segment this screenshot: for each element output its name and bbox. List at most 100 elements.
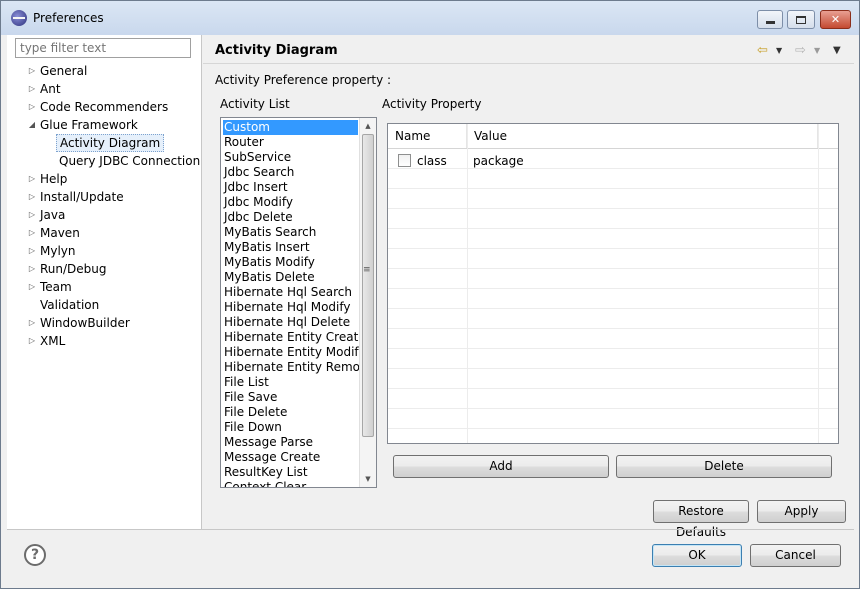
arrow-right-icon[interactable]: ⇨ (795, 43, 806, 59)
tree-item-label: Glue Framework (40, 118, 138, 132)
list-item[interactable]: File Delete (221, 405, 376, 420)
list-item[interactable]: Message Create (221, 450, 376, 465)
tree-item-label: Help (40, 172, 68, 186)
row-gridline (388, 428, 838, 429)
collapsed-arrow-icon[interactable]: ▷ (27, 188, 37, 206)
list-item[interactable]: Jdbc Search (221, 165, 376, 180)
row-gridline (388, 228, 838, 229)
tree-item-label: Mylyn (40, 244, 76, 258)
ok-button[interactable]: OK (652, 544, 742, 567)
tree-item-label: Validation (40, 298, 100, 312)
minimize-button[interactable] (757, 10, 783, 29)
list-item[interactable]: Jdbc Modify (221, 195, 376, 210)
row-gridline (388, 168, 838, 169)
maximize-button[interactable] (787, 10, 815, 29)
list-item[interactable]: Hibernate Hql Search (221, 285, 376, 300)
collapsed-arrow-icon[interactable]: ▷ (27, 260, 37, 278)
dialog-body: ▷General▷Ant▷Code Recommenders◢Glue Fram… (7, 35, 854, 583)
collapsed-arrow-icon[interactable]: ▷ (27, 332, 37, 350)
expanded-arrow-icon[interactable]: ◢ (27, 116, 37, 134)
tree-item-label: WindowBuilder (40, 316, 130, 330)
list-item[interactable]: File Save (221, 390, 376, 405)
list-item[interactable]: Hibernate Hql Delete (221, 315, 376, 330)
cell-value[interactable]: package (473, 153, 524, 169)
list-item[interactable]: Jdbc Insert (221, 180, 376, 195)
row-gridline (388, 328, 838, 329)
preference-page: Activity Diagram ⇦ ▼ ⇨ ▼ ▼ Activity Pref… (203, 35, 854, 539)
filter-input[interactable] (15, 38, 191, 58)
bottom-separator (7, 529, 854, 530)
tree-item-label: Run/Debug (40, 262, 107, 276)
row-gridline (388, 368, 838, 369)
collapsed-arrow-icon[interactable]: ▷ (27, 170, 37, 188)
tree-item-label: Activity Diagram (56, 134, 165, 152)
list-item[interactable]: MyBatis Modify (221, 255, 376, 270)
list-item[interactable]: Hibernate Entity Remove (221, 360, 376, 375)
list-item[interactable]: File Down (221, 420, 376, 435)
back-menu-chevron-down-icon[interactable]: ▼ (776, 43, 782, 59)
arrow-left-icon[interactable]: ⇦ (757, 43, 768, 59)
collapsed-arrow-icon[interactable]: ▷ (27, 62, 37, 80)
row-gridline (388, 288, 838, 289)
row-checkbox[interactable] (398, 154, 411, 167)
tree-item-label: Install/Update (40, 190, 124, 204)
add-button[interactable]: Add (393, 455, 609, 478)
cancel-button[interactable]: Cancel (750, 544, 841, 567)
tree-item-label: Code Recommenders (40, 100, 169, 114)
page-navigation: ⇦ ▼ ⇨ ▼ ▼ (751, 43, 847, 59)
help-icon[interactable]: ? (24, 544, 46, 566)
restore-defaults-button[interactable]: Restore Defaults (653, 500, 749, 539)
view-menu-chevron-down-icon[interactable]: ▼ (833, 43, 841, 59)
list-item[interactable]: Jdbc Delete (221, 210, 376, 225)
list-item[interactable]: SubService (221, 150, 376, 165)
apply-button[interactable]: Apply (757, 500, 846, 523)
list-item[interactable]: ResultKey List (221, 465, 376, 480)
list-item[interactable]: Custom (223, 120, 358, 135)
collapsed-arrow-icon[interactable]: ▷ (27, 314, 37, 332)
collapsed-arrow-icon[interactable]: ▷ (27, 80, 37, 98)
activity-list-scrollbar[interactable]: ▲ ≡ ▼ (359, 118, 376, 487)
list-item[interactable]: MyBatis Insert (221, 240, 376, 255)
page-description: Activity Preference property : (215, 73, 392, 87)
row-gridline (388, 388, 838, 389)
column-header-value[interactable]: Value (467, 124, 818, 148)
tree-item-label: Team (40, 280, 72, 294)
collapsed-arrow-icon[interactable]: ▷ (27, 206, 37, 224)
column-divider-end (818, 124, 819, 443)
header-separator (203, 63, 854, 64)
list-item[interactable]: Message Parse (221, 435, 376, 450)
activity-list-label: Activity List (220, 97, 290, 111)
scroll-up-icon[interactable]: ▲ (360, 118, 376, 134)
list-item[interactable]: File List (221, 375, 376, 390)
list-item[interactable]: MyBatis Delete (221, 270, 376, 285)
scroll-thumb[interactable] (362, 134, 374, 437)
scroll-down-icon[interactable]: ▼ (360, 471, 376, 487)
row-gridline (388, 348, 838, 349)
collapsed-arrow-icon[interactable]: ▷ (27, 98, 37, 116)
cell-name[interactable]: class (417, 153, 447, 169)
column-header-name[interactable]: Name (388, 124, 467, 148)
title-bar: Preferences ✕ (1, 1, 859, 35)
list-item[interactable]: Context Clear (221, 480, 376, 487)
close-button[interactable]: ✕ (820, 10, 851, 29)
forward-menu-chevron-down-icon[interactable]: ▼ (814, 43, 820, 59)
collapsed-arrow-icon[interactable]: ▷ (27, 224, 37, 242)
page-title: Activity Diagram (215, 43, 338, 58)
header-divider (388, 148, 838, 149)
list-item[interactable]: MyBatis Search (221, 225, 376, 240)
delete-button[interactable]: Delete (616, 455, 832, 478)
column-divider (467, 124, 468, 443)
list-item[interactable]: Hibernate Entity Modify (221, 345, 376, 360)
activity-property-label: Activity Property (382, 97, 482, 111)
row-gridline (388, 408, 838, 409)
eclipse-icon (11, 10, 27, 26)
collapsed-arrow-icon[interactable]: ▷ (27, 242, 37, 260)
list-item[interactable]: Router (221, 135, 376, 150)
list-item[interactable]: Hibernate Hql Modify (221, 300, 376, 315)
window-title: Preferences (33, 11, 104, 25)
property-table[interactable]: Name Value class package (387, 123, 839, 444)
list-item[interactable]: Hibernate Entity Create (221, 330, 376, 345)
activity-list[interactable]: Custom Router SubService Jdbc Search Jdbc In… (220, 117, 377, 488)
collapsed-arrow-icon[interactable]: ▷ (27, 278, 37, 296)
tree-item-label: XML (40, 334, 66, 348)
